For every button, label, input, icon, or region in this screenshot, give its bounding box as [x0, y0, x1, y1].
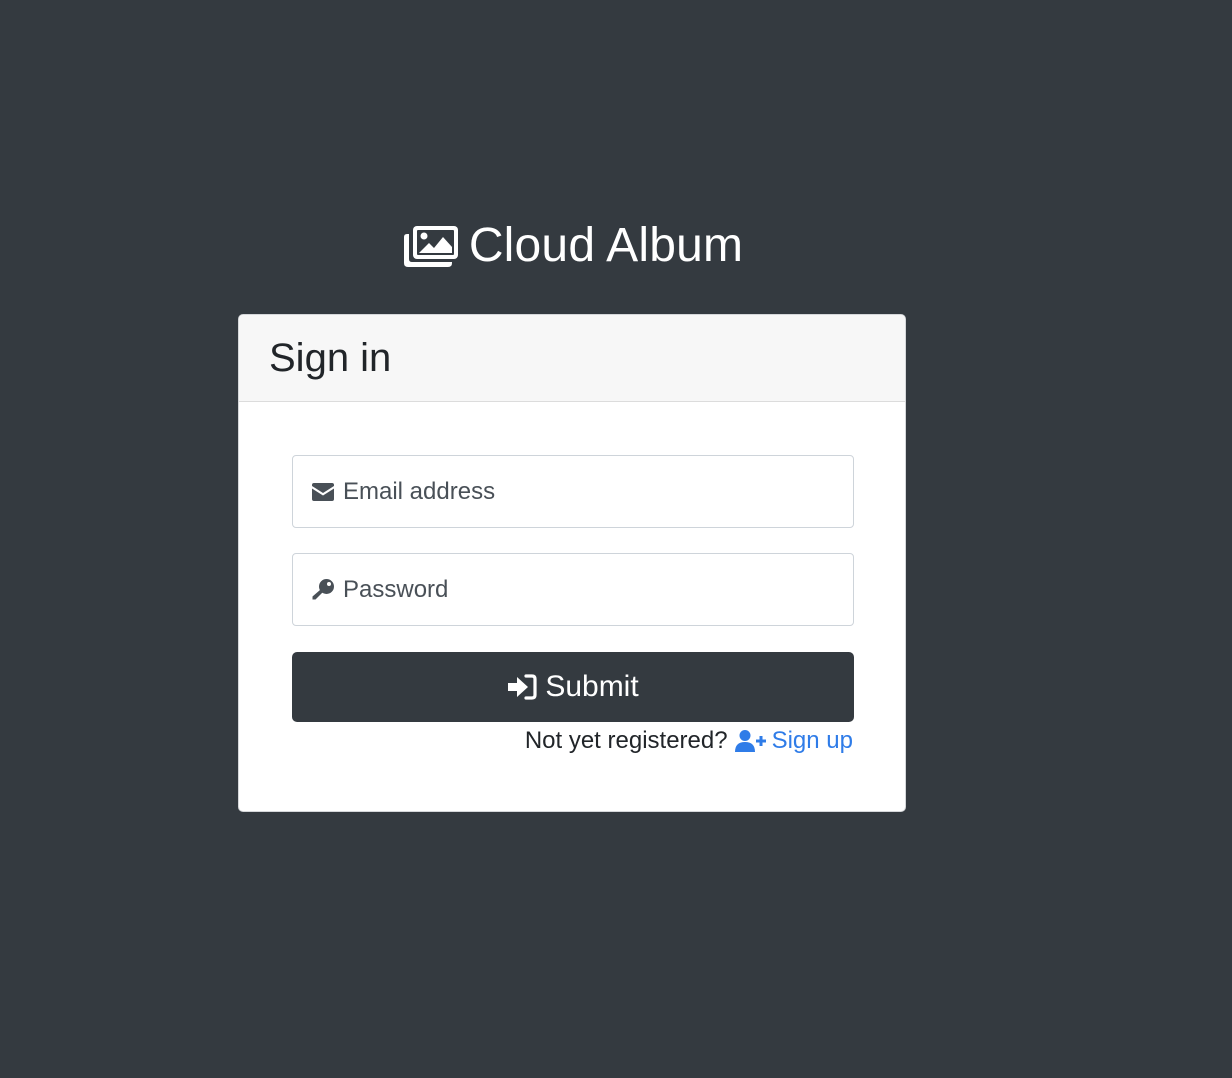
password-input[interactable] [343, 575, 823, 604]
signup-link[interactable]: Sign up [734, 727, 853, 755]
email-input[interactable] [343, 477, 823, 506]
card-title: Sign in [269, 335, 392, 380]
images-icon [403, 224, 459, 268]
key-icon [311, 578, 335, 602]
signup-prompt: Not yet registered? [524, 727, 728, 754]
password-field[interactable] [292, 553, 854, 626]
sign-in-icon [507, 673, 537, 701]
user-plus-icon [734, 729, 767, 753]
envelope-icon [311, 480, 335, 504]
app-title: Cloud Album [468, 219, 744, 272]
signup-link-label: Sign up [771, 727, 853, 754]
app-brand: Cloud Album [0, 218, 1146, 273]
submit-button[interactable]: Submit [292, 652, 854, 722]
email-field[interactable] [292, 455, 854, 528]
signup-row: Not yet registered? Sign up [525, 727, 853, 755]
submit-label: Submit [545, 670, 639, 703]
sign-in-card: Sign in Submit Not [238, 314, 906, 812]
card-header: Sign in [239, 315, 905, 402]
